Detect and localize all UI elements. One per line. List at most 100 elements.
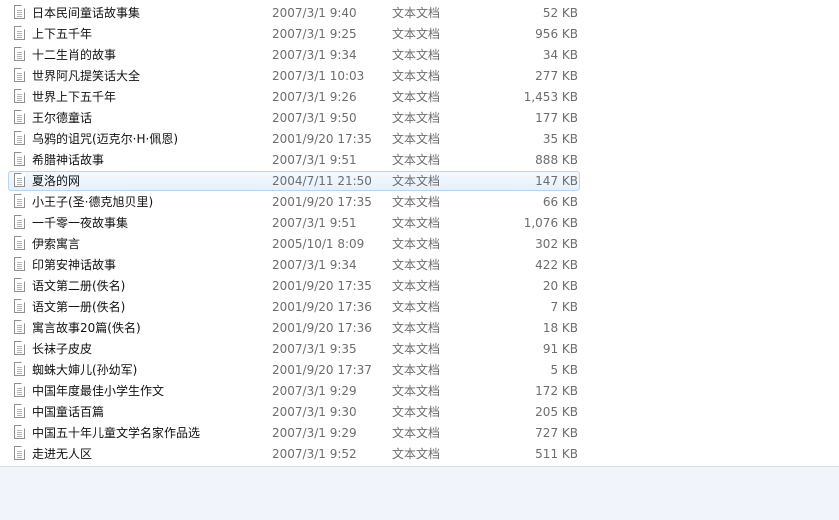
file-type: 文本文档 xyxy=(392,216,441,230)
file-name: 语文第一册(佚名) xyxy=(32,300,126,314)
file-type: 文本文档 xyxy=(392,111,441,125)
file-date-modified: 2007/3/1 9:40 xyxy=(272,6,357,20)
file-type: 文本文档 xyxy=(392,90,441,104)
file-type: 文本文档 xyxy=(392,342,441,356)
file-row[interactable]: 中国童话百篇 2007/3/1 9:30 文本文档 205 KB xyxy=(0,402,839,423)
text-document-icon xyxy=(14,404,25,418)
text-document-icon xyxy=(14,47,25,61)
file-name: 世界阿凡提笑话大全 xyxy=(32,69,141,83)
file-type: 文本文档 xyxy=(392,174,441,188)
text-document-icon xyxy=(14,68,25,82)
text-document-icon xyxy=(14,173,25,187)
file-size: 7 KB xyxy=(550,300,578,314)
file-name: 伊索寓言 xyxy=(32,237,81,251)
file-name: 印第安神话故事 xyxy=(32,258,117,272)
file-row[interactable]: 日本民间童话故事集 2007/3/1 9:40 文本文档 52 KB xyxy=(0,3,839,24)
file-type: 文本文档 xyxy=(392,27,441,41)
file-date-modified: 2007/3/1 9:29 xyxy=(272,426,357,440)
file-size: 1,453 KB xyxy=(523,90,578,104)
file-row[interactable]: 上下五千年 2007/3/1 9:25 文本文档 956 KB xyxy=(0,24,839,45)
file-name: 蜘蛛大婶儿(孙幼军) xyxy=(32,363,138,377)
file-size: 147 KB xyxy=(535,174,578,188)
file-name: 语文第二册(佚名) xyxy=(32,279,126,293)
text-document-icon xyxy=(14,5,25,19)
file-date-modified: 2001/9/20 17:36 xyxy=(272,300,372,314)
file-date-modified: 2007/3/1 9:25 xyxy=(272,27,357,41)
file-row[interactable]: 王尔德童话 2007/3/1 9:50 文本文档 177 KB xyxy=(0,108,839,129)
file-name: 希腊神话故事 xyxy=(32,153,105,167)
file-date-modified: 2001/9/20 17:35 xyxy=(272,195,372,209)
file-type: 文本文档 xyxy=(392,279,441,293)
file-row[interactable]: 语文第二册(佚名) 2001/9/20 17:35 文本文档 20 KB xyxy=(0,276,839,297)
file-date-modified: 2007/3/1 9:50 xyxy=(272,111,357,125)
text-document-icon xyxy=(14,341,25,355)
file-date-modified: 2007/3/1 9:30 xyxy=(272,405,357,419)
file-size: 35 KB xyxy=(542,132,578,146)
file-row[interactable]: 一千零一夜故事集 2007/3/1 9:51 文本文档 1,076 KB xyxy=(0,213,839,234)
file-row[interactable]: 世界上下五千年 2007/3/1 9:26 文本文档 1,453 KB xyxy=(0,87,839,108)
file-date-modified: 2001/9/20 17:35 xyxy=(272,279,372,293)
file-size: 91 KB xyxy=(542,342,578,356)
file-size: 66 KB xyxy=(542,195,578,209)
text-document-icon xyxy=(14,131,25,145)
file-date-modified: 2007/3/1 9:26 xyxy=(272,90,357,104)
text-document-icon xyxy=(14,110,25,124)
text-document-icon xyxy=(14,446,25,460)
file-size: 956 KB xyxy=(535,27,578,41)
file-row[interactable]: 中国五十年儿童文学名家作品选 2007/3/1 9:29 文本文档 727 KB xyxy=(0,423,839,444)
file-date-modified: 2007/3/1 9:34 xyxy=(272,258,357,272)
file-row[interactable]: 伊索寓言 2005/10/1 8:09 文本文档 302 KB xyxy=(0,234,839,255)
file-row[interactable]: 世界阿凡提笑话大全 2007/3/1 10:03 文本文档 277 KB xyxy=(0,66,839,87)
text-document-icon xyxy=(14,425,25,439)
file-row[interactable]: 走进无人区 2007/3/1 9:52 文本文档 511 KB xyxy=(0,444,839,465)
file-row[interactable]: 小王子(圣·德克旭贝里) 2001/9/20 17:35 文本文档 66 KB xyxy=(0,192,839,213)
file-date-modified: 2007/3/1 9:34 xyxy=(272,48,357,62)
file-date-modified: 2007/3/1 9:35 xyxy=(272,342,357,356)
file-name: 乌鸦的诅咒(迈克尔·H·佩恩) xyxy=(32,132,179,146)
file-size: 205 KB xyxy=(535,405,578,419)
file-size: 888 KB xyxy=(535,153,578,167)
file-type: 文本文档 xyxy=(392,237,441,251)
file-type: 文本文档 xyxy=(392,384,441,398)
file-row[interactable]: 寓言故事20篇(佚名) 2001/9/20 17:36 文本文档 18 KB xyxy=(0,318,839,339)
text-document-icon xyxy=(14,236,25,250)
file-size: 18 KB xyxy=(542,321,578,335)
file-name: 夏洛的网 xyxy=(32,174,81,188)
file-name: 中国童话百篇 xyxy=(32,405,105,419)
file-size: 172 KB xyxy=(535,384,578,398)
file-type: 文本文档 xyxy=(392,132,441,146)
file-type: 文本文档 xyxy=(392,300,441,314)
file-row[interactable]: 十二生肖的故事 2007/3/1 9:34 文本文档 34 KB xyxy=(0,45,839,66)
file-size: 52 KB xyxy=(542,6,578,20)
file-size: 177 KB xyxy=(535,111,578,125)
file-row[interactable]: 乌鸦的诅咒(迈克尔·H·佩恩) 2001/9/20 17:35 文本文档 35 KB xyxy=(0,129,839,150)
text-document-icon xyxy=(14,89,25,103)
file-row[interactable]: 长袜子皮皮 2007/3/1 9:35 文本文档 91 KB xyxy=(0,339,839,360)
file-row[interactable]: 夏洛的网 2004/7/11 21:50 文本文档 147 KB xyxy=(0,171,839,192)
file-row[interactable]: 中国年度最佳小学生作文 2007/3/1 9:29 文本文档 172 KB xyxy=(0,381,839,402)
file-date-modified: 2007/3/1 9:51 xyxy=(272,153,357,167)
text-document-icon xyxy=(14,257,25,271)
file-type: 文本文档 xyxy=(392,405,441,419)
file-row[interactable]: 蜘蛛大婶儿(孙幼军) 2001/9/20 17:37 文本文档 5 KB xyxy=(0,360,839,381)
text-document-icon xyxy=(14,278,25,292)
file-row[interactable]: 语文第一册(佚名) 2001/9/20 17:36 文本文档 7 KB xyxy=(0,297,839,318)
text-document-icon xyxy=(14,383,25,397)
file-size: 277 KB xyxy=(535,69,578,83)
file-row[interactable]: 希腊神话故事 2007/3/1 9:51 文本文档 888 KB xyxy=(0,150,839,171)
file-size: 34 KB xyxy=(542,48,578,62)
file-size: 511 KB xyxy=(535,447,578,461)
file-name: 长袜子皮皮 xyxy=(32,342,93,356)
file-type: 文本文档 xyxy=(392,363,441,377)
file-name: 世界上下五千年 xyxy=(32,90,117,104)
text-document-icon xyxy=(14,152,25,166)
file-type: 文本文档 xyxy=(392,321,441,335)
file-row[interactable]: 印第安神话故事 2007/3/1 9:34 文本文档 422 KB xyxy=(0,255,839,276)
text-document-icon xyxy=(14,299,25,313)
file-size: 727 KB xyxy=(535,426,578,440)
file-date-modified: 2007/3/1 10:03 xyxy=(272,69,365,83)
file-type: 文本文档 xyxy=(392,258,441,272)
file-name: 一千零一夜故事集 xyxy=(32,216,129,230)
file-name: 走进无人区 xyxy=(32,447,93,461)
file-type: 文本文档 xyxy=(392,69,441,83)
